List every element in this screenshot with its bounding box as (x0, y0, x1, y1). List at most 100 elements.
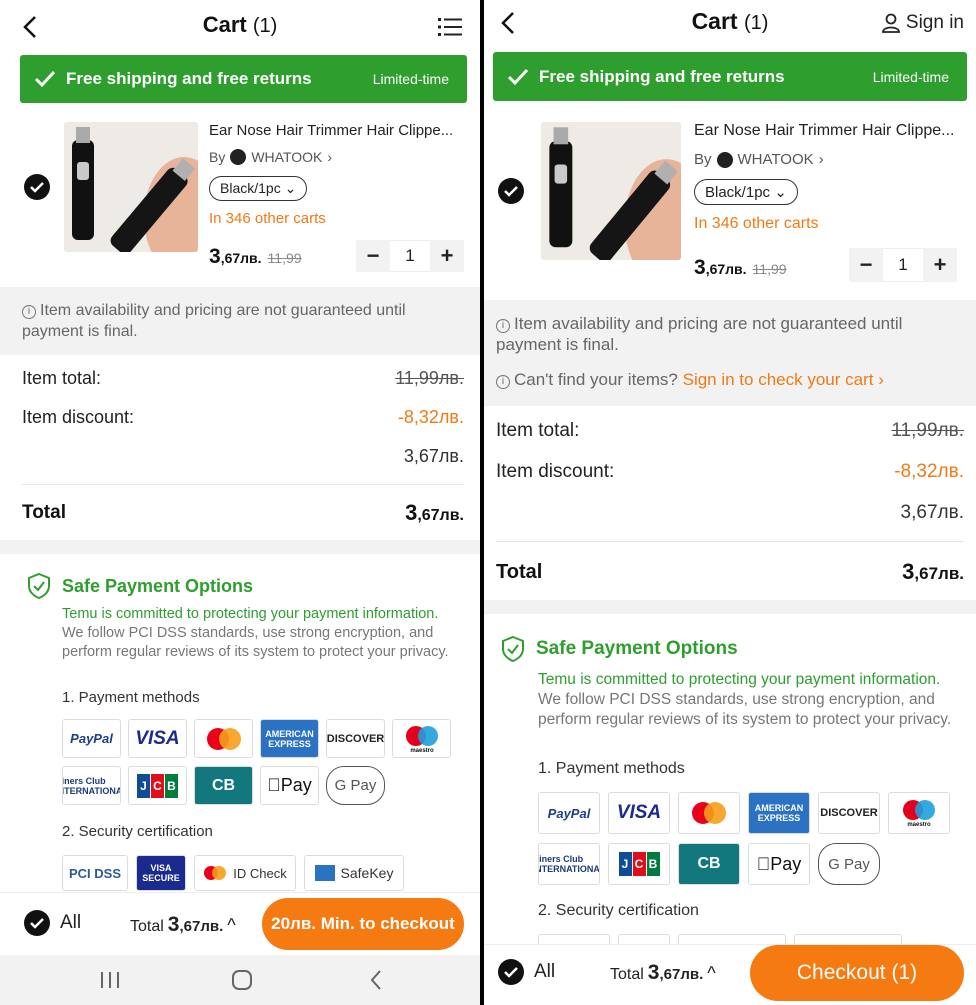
recent-apps-icon[interactable] (96, 967, 124, 993)
bottom-total[interactable]: Total 3,67лв. ^ (610, 961, 716, 985)
bottom-total-int: 3 (647, 961, 660, 984)
notice-text: Item availability and pricing are not gu… (22, 302, 406, 340)
total-int: 3 (405, 500, 418, 525)
price-dec: ,67лв. (220, 250, 262, 266)
total-dec: ,67лв. (417, 507, 464, 524)
total-value: 3,67лв. (405, 500, 464, 526)
store-logo-icon (230, 149, 247, 165)
variant-label: Black/1pc (705, 184, 771, 201)
id-check-badge: ID Check (194, 855, 296, 891)
quantity-value[interactable]: 1 (390, 240, 430, 272)
page-title: Cart (1) (0, 12, 480, 38)
item-total-value: 11,99лв. (891, 420, 964, 441)
item-discount-label: Item discount: (496, 461, 615, 482)
svg-text:maestro: maestro (907, 822, 931, 828)
quantity-stepper[interactable]: − 1 + (849, 248, 957, 282)
variant-selector[interactable]: Black/1pc ⌄ (694, 179, 798, 205)
safe-text-gray: We follow PCI DSS standards, use strong … (62, 625, 449, 660)
product-image[interactable] (64, 122, 198, 252)
product-name[interactable]: Ear Nose Hair Trimmer Hair Clippe... (694, 122, 966, 140)
home-icon[interactable] (228, 967, 256, 993)
select-all-checkbox[interactable] (24, 910, 50, 936)
select-all-checkbox[interactable] (498, 959, 524, 985)
total-label: Total (22, 502, 66, 523)
select-all[interactable]: All (498, 959, 555, 985)
diners-club-logo: Diners Club INTERNATIONAL (62, 766, 121, 805)
android-nav-bar (0, 955, 480, 1005)
safe-payment-text: Temu is committed to protecting your pay… (62, 605, 462, 662)
checkout-button[interactable]: 20лв. Min. to checkout (262, 898, 464, 950)
select-all[interactable]: All (24, 910, 81, 936)
chevron-up-icon: ^ (227, 915, 236, 935)
store-name: WHATOOK (737, 151, 814, 168)
bottom-bar: All Total 3,67лв. ^ Checkout (1) (484, 944, 976, 1005)
price-int: 3 (209, 245, 221, 268)
bottom-total[interactable]: Total 3,67лв. ^ (130, 913, 236, 937)
google-pay-logo: G Pay (818, 843, 880, 885)
title-text: Cart (691, 8, 738, 34)
product-price: 3,67лв. 11,99 (209, 245, 302, 269)
item-total-value: 11,99лв. (395, 368, 464, 388)
variant-label: Black/1pc (220, 180, 281, 196)
title-text: Cart (202, 12, 247, 37)
product-name[interactable]: Ear Nose Hair Trimmer Hair Clippe... (209, 122, 465, 139)
sign-in-button[interactable]: Sign in (881, 12, 964, 34)
price-dec: ,67лв. (705, 261, 747, 277)
item-total-label: Item total: (22, 368, 102, 388)
plus-button[interactable]: + (430, 240, 464, 272)
svg-text:maestro: maestro (410, 748, 434, 754)
cb-logo: CB (678, 843, 740, 885)
back-nav-icon[interactable] (362, 967, 390, 993)
store-row[interactable]: By WHATOOK › (209, 149, 332, 165)
pci-dss-badge: PCI DSS (62, 855, 128, 891)
item-select-checkbox[interactable] (498, 178, 524, 204)
quantity-stepper[interactable]: − 1 + (356, 240, 464, 272)
minus-button[interactable]: − (356, 240, 390, 272)
store-logo-icon (716, 151, 733, 168)
in-carts-label: In 346 other carts (694, 215, 819, 232)
amex-logo: AMERICAN EXPRESS (748, 792, 810, 834)
cant-find-row: i Can't find your items? Sign in to check… (496, 369, 954, 390)
safe-text-green: Temu is committed to protecting your pay… (538, 671, 941, 688)
check-icon (30, 918, 44, 929)
mastercard-logo (678, 792, 740, 834)
store-row[interactable]: By WHATOOK › (694, 151, 824, 168)
checkout-button[interactable]: Checkout (1) (750, 945, 964, 1001)
minus-button[interactable]: − (849, 248, 883, 282)
discover-logo: DISCOVER (326, 719, 385, 758)
paypal-logo: PayPal (62, 719, 121, 758)
safe-title-text: Safe Payment Options (536, 638, 738, 659)
bottom-total-dec: ,67лв. (659, 966, 704, 983)
variant-selector[interactable]: Black/1pc ⌄ (209, 176, 308, 201)
apple-icon:  (757, 854, 771, 875)
safe-text-green: Temu is committed to protecting your pay… (62, 606, 439, 622)
safe-payment-title: Safe Payment Options (500, 635, 738, 663)
safe-text-gray: We follow PCI DSS standards, use strong … (538, 691, 952, 728)
notice-text: Item availability and pricing are not gu… (496, 314, 903, 354)
bottom-total-dec: ,67лв. (179, 918, 224, 935)
free-shipping-banner[interactable]: Free shipping and free returns Limited-t… (493, 52, 967, 101)
quantity-value[interactable]: 1 (883, 248, 923, 282)
bottom-bar: All Total 3,67лв. ^ 20лв. Min. to checko… (0, 892, 480, 954)
bottom-total-label: Total (610, 966, 644, 983)
plus-button[interactable]: + (923, 248, 957, 282)
payment-cards-grid: PayPal VISA AMERICAN EXPRESS DISCOVER ma… (538, 792, 950, 885)
security-cert-label: 2. Security certification (538, 902, 699, 919)
apple-pay-logo: Pay (260, 766, 319, 805)
item-discount-value: -8,32лв. (397, 407, 464, 427)
check-icon (30, 182, 44, 193)
item-select-checkbox[interactable] (24, 174, 50, 200)
user-icon (881, 13, 900, 33)
visa-logo: VISA (128, 719, 187, 758)
subtotal-value: 3,67лв. (900, 502, 964, 523)
list-menu-icon[interactable] (438, 16, 462, 38)
free-shipping-banner[interactable]: Free shipping and free returns Limited-t… (20, 55, 467, 103)
product-image[interactable] (541, 122, 681, 260)
info-icon: i (496, 319, 510, 333)
sign-in-cart-link[interactable]: Sign in to check your cart › (683, 370, 884, 389)
safekey-badge: SafeKey (304, 855, 404, 891)
sign-in-cart-text: Sign in to check your cart (682, 370, 874, 389)
banner-tag: Limited-time (372, 71, 449, 87)
item-total-label: Item total: (496, 420, 580, 441)
banner-text: Free shipping and free returns (539, 66, 785, 86)
